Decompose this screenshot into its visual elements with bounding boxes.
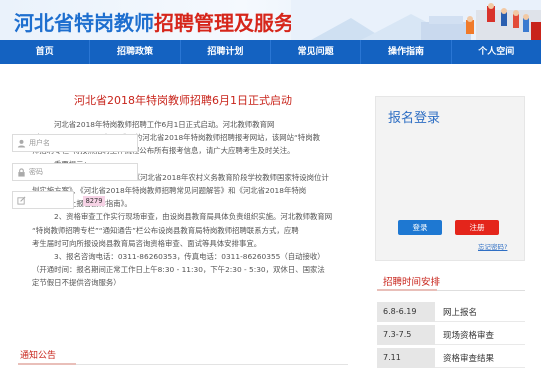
site-title-part1: 河北省特岗教师: [14, 11, 154, 35]
password-field[interactable]: 密码: [12, 163, 138, 181]
nav-faq[interactable]: 常见问题: [271, 40, 362, 64]
nav-plan[interactable]: 招聘计划: [181, 40, 271, 64]
captcha-image[interactable]: 8279: [83, 196, 105, 206]
article-line: 2、资格审查工作实行现场审查，由设岗县教育局具体负责组织实施。河北教师教育网: [54, 212, 333, 222]
schedule-event: 现场资格审查: [443, 330, 495, 341]
schedule-date: 7.11: [377, 347, 435, 368]
password-placeholder: 密码: [29, 168, 43, 176]
forgot-password-link[interactable]: 忘记密码?: [478, 241, 507, 251]
schedule-divider: [377, 289, 525, 291]
nav-guide[interactable]: 操作指南: [361, 40, 452, 64]
article-line: “特岗教师招聘专栏”“通知通告”栏公布设岗县教育局特岗教师招聘联系方式，应聘: [32, 225, 299, 235]
captcha-field[interactable]: [12, 191, 74, 209]
register-button[interactable]: 注册: [455, 220, 499, 235]
schedule-row: 7.3-7.5 现场资格审查: [377, 324, 525, 345]
schedule-event: 网上报名: [443, 307, 478, 318]
schedule-date: 6.8-6.19: [377, 301, 435, 322]
article-line: 教师招聘网上报名操作指南》。: [32, 199, 132, 209]
login-button[interactable]: 登录: [398, 220, 442, 235]
username-field[interactable]: 用户名: [12, 134, 138, 152]
news-article: 河北省2018年特岗教师招聘6月1日正式启动 河北省2018年特岗教师招聘工作6…: [32, 92, 344, 290]
schedule-row: 6.8-6.19 网上报名: [377, 301, 525, 322]
site-header: 河北省特岗教师招聘管理及服务平台: [0, 0, 541, 40]
edit-icon: [13, 196, 29, 205]
notice-underline: [18, 363, 76, 365]
nav-policy[interactable]: 招聘政策: [90, 40, 181, 64]
login-title: 报名登录: [388, 111, 441, 126]
article-line: 考生届时可向所报设岗县教育局咨询资格审查、面试等具体安排事宜。: [32, 238, 262, 248]
notice-title[interactable]: 通知公告: [20, 348, 56, 361]
login-panel: 报名登录: [375, 96, 525, 261]
site-title: 河北省特岗教师招聘管理及服务平台: [14, 7, 334, 36]
schedule-accent: [377, 289, 437, 291]
schedule-row: 7.11 资格审查结果: [377, 347, 525, 368]
article-line: 划实施方案》、《河北省2018年特岗教师招聘常见问题解答》和《河北省2018年特…: [32, 186, 307, 196]
article-line: （开通时间：报名期间正常工作日上午8:30 - 11:30，下午2:30 - 5…: [32, 265, 325, 275]
schedule-event: 资格审查结果: [443, 353, 495, 364]
nav-personal-space[interactable]: 个人空间: [452, 40, 541, 64]
header-banner-illustration: [291, 0, 541, 40]
schedule-date: 7.3-7.5: [377, 324, 435, 345]
user-icon: [13, 139, 29, 148]
main-nav: 首页 招聘政策 招聘计划 常见问题 操作指南 个人空间: [0, 40, 541, 64]
nav-home[interactable]: 首页: [0, 40, 91, 64]
article-line: 定节假日不提供咨询服务）: [32, 278, 121, 288]
notice-section-header: 通知公告: [18, 345, 348, 365]
article-title: 河北省2018年特岗教师招聘6月1日正式启动: [74, 94, 292, 107]
schedule-list: 6.8-6.19 网上报名 7.3-7.5 现场资格审查 7.11 资格审查结果: [377, 301, 525, 371]
username-placeholder: 用户名: [29, 139, 50, 147]
lock-icon: [13, 167, 29, 177]
schedule-title: 招聘时间安排: [383, 277, 441, 288]
article-line: 河北省2018年特岗教师招聘工作6月1日正式启动。河北教师教育网: [54, 120, 275, 129]
article-line: 3、报名咨询电话：0311-86260353，传真电话：0311-8626035…: [54, 252, 325, 262]
